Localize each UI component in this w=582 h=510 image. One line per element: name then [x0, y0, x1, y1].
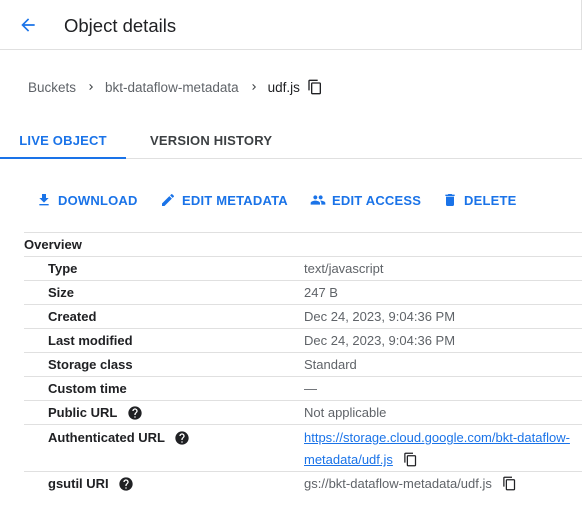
- table-row: Size 247 B: [24, 280, 582, 305]
- row-label: Size: [24, 280, 304, 305]
- gsutil-uri-text: gs://bkt-dataflow-metadata/udf.js: [304, 476, 492, 491]
- tab-bar: LIVE OBJECT VERSION HISTORY: [0, 122, 582, 159]
- row-label: Created: [24, 304, 304, 329]
- row-label-gsutil-uri: gsutil URI: [24, 471, 304, 495]
- tab-label: LIVE OBJECT: [19, 132, 107, 148]
- row-label: Custom time: [24, 376, 304, 401]
- people-icon: [310, 195, 326, 205]
- chevron-right-icon: [248, 81, 260, 93]
- overview-heading-row: Overview: [24, 232, 582, 257]
- row-value: Dec 24, 2023, 9:04:36 PM: [304, 328, 582, 353]
- copy-icon: [502, 476, 515, 490]
- edit-access-label: EDIT ACCESS: [332, 192, 422, 208]
- edit-access-button[interactable]: EDIT ACCESS: [310, 188, 421, 212]
- page-header: Object details: [0, 0, 582, 50]
- help-circle-icon[interactable]: [174, 430, 190, 446]
- breadcrumb-buckets[interactable]: Buckets: [28, 80, 76, 95]
- authenticated-url-link-line1[interactable]: https://storage.cloud.google.com/bkt-dat…: [304, 430, 570, 445]
- row-label: Last modified: [24, 328, 304, 353]
- delete-button[interactable]: DELETE: [442, 188, 516, 212]
- help-circle-icon[interactable]: [118, 476, 134, 492]
- row-label-text: gsutil URI: [48, 476, 109, 491]
- row-value-authenticated-url: https://storage.cloud.google.com/bkt-dat…: [304, 424, 582, 472]
- copy-icon: [403, 452, 416, 466]
- delete-label: DELETE: [464, 192, 517, 208]
- row-value: text/javascript: [304, 256, 582, 281]
- row-label-public-url: Public URL: [24, 400, 304, 425]
- row-label: Storage class: [24, 352, 304, 377]
- pencil-icon: [162, 193, 175, 206]
- overview-heading: Overview: [24, 232, 582, 257]
- copy-object-name-button[interactable]: [307, 79, 323, 95]
- row-label: Type: [24, 256, 304, 281]
- breadcrumb: Buckets bkt-dataflow-metadata udf.js: [28, 77, 323, 97]
- row-value: Dec 24, 2023, 9:04:36 PM: [304, 304, 582, 329]
- chevron-right-icon: [85, 81, 97, 93]
- row-value: 247 B: [304, 280, 582, 305]
- table-row: gsutil URI gs://bkt-dataflow-metadata/ud…: [24, 471, 582, 495]
- download-button[interactable]: DOWNLOAD: [36, 188, 138, 212]
- action-bar: DOWNLOAD EDIT METADATA EDIT ACCESS DELET…: [0, 188, 582, 212]
- arrow-back-icon: [21, 18, 35, 32]
- row-value: Standard: [304, 352, 582, 377]
- copy-authenticated-url-button[interactable]: [403, 452, 418, 467]
- table-row: Custom time —: [24, 376, 582, 401]
- table-row: Authenticated URL https://storage.cloud.…: [24, 424, 582, 472]
- authenticated-url-link-line2[interactable]: metadata/udf.js: [304, 452, 393, 467]
- table-row: Type text/javascript: [24, 256, 582, 281]
- row-label-text: Authenticated URL: [48, 430, 165, 445]
- page-title: Object details: [64, 15, 177, 36]
- download-icon: [39, 194, 49, 206]
- tab-label: VERSION HISTORY: [150, 132, 273, 148]
- edit-metadata-label: EDIT METADATA: [182, 192, 288, 208]
- tab-version-history[interactable]: VERSION HISTORY: [150, 122, 272, 158]
- table-row: Public URL Not applicable: [24, 400, 582, 425]
- table-row: Created Dec 24, 2023, 9:04:36 PM: [24, 304, 582, 329]
- row-value: —: [304, 376, 582, 401]
- breadcrumb-object: udf.js: [267, 79, 300, 95]
- edit-metadata-button[interactable]: EDIT METADATA: [160, 188, 288, 212]
- copy-gsutil-uri-button[interactable]: [502, 476, 517, 491]
- download-label: DOWNLOAD: [58, 192, 138, 208]
- object-details-table: Overview Type text/javascript Size 247 B…: [24, 232, 582, 495]
- tab-active-indicator: [0, 157, 126, 159]
- table-row: Last modified Dec 24, 2023, 9:04:36 PM: [24, 328, 582, 353]
- trash-icon: [445, 194, 455, 206]
- help-circle-icon[interactable]: [127, 405, 143, 421]
- row-value: Not applicable: [304, 400, 582, 425]
- back-button[interactable]: [16, 13, 40, 37]
- row-label-text: Public URL: [48, 405, 118, 420]
- breadcrumb-bucket[interactable]: bkt-dataflow-metadata: [105, 80, 239, 95]
- row-value-gsutil-uri: gs://bkt-dataflow-metadata/udf.js: [304, 471, 582, 495]
- row-label-authenticated-url: Authenticated URL: [24, 424, 304, 472]
- tab-live-object[interactable]: LIVE OBJECT: [0, 122, 126, 159]
- copy-icon: [308, 79, 321, 95]
- table-row: Storage class Standard: [24, 352, 582, 377]
